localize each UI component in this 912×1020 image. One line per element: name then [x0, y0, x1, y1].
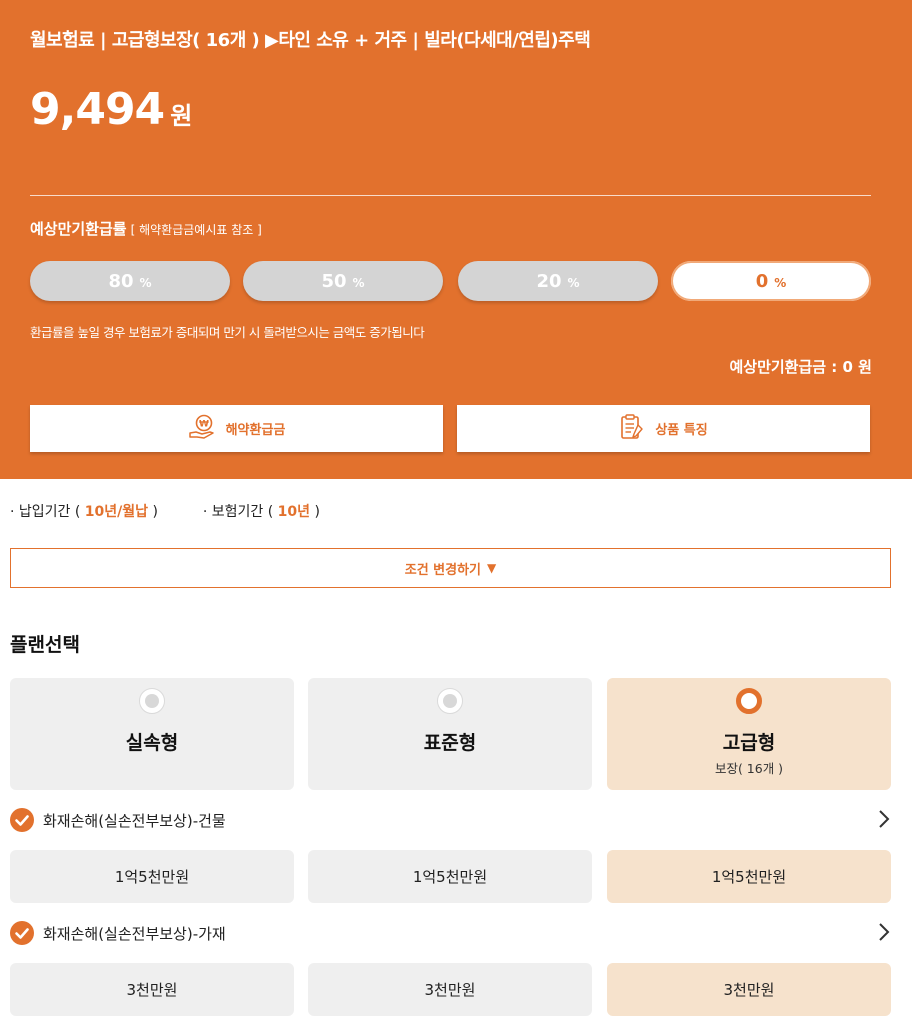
check-icon [10, 808, 34, 832]
refund-rate-note: 환급률을 높일 경우 보험료가 증대되며 만기 시 돌려받으시는 금액도 증가됩… [30, 325, 425, 340]
plan-name: 실속형 [125, 732, 179, 754]
rate-unit: % [774, 276, 787, 290]
rate-option-0[interactable]: 0% [671, 261, 871, 301]
radio-button-selected[interactable] [736, 688, 762, 714]
refund-rate-reference: [ 해약환급금예시표 참조 ] [130, 223, 262, 237]
triangle-down-icon: ▼ [487, 561, 497, 575]
rate-unit: % [567, 276, 580, 290]
surrender-refund-button[interactable]: ₩ 해약환급금 [30, 405, 443, 452]
divider [30, 195, 871, 196]
check-icon [10, 921, 34, 945]
plan-card-basic[interactable]: 실속형 [10, 678, 294, 790]
radio-button[interactable] [437, 688, 463, 714]
plan-name: 고급형 [722, 732, 776, 754]
contract-terms: · 납입기간 ( 10년/월납 ) · 보험기간 ( 10년 ) [10, 501, 320, 521]
rate-option-80[interactable]: 80% [30, 261, 230, 301]
refund-rate-title: 예상만기환급률 [30, 220, 127, 238]
clipboard-icon [619, 413, 655, 445]
refund-rate-options: 80% 50% 20% 0% [30, 261, 872, 301]
rate-value: 0 [755, 270, 769, 292]
rate-value: 20 [536, 270, 562, 292]
coin-hand-icon: ₩ [188, 414, 226, 444]
plan-section-title: 플랜선택 [10, 634, 80, 656]
payment-period-value: 10년/월납 [84, 504, 149, 520]
product-features-label: 상품 특징 [655, 423, 708, 438]
coverage-item-building[interactable]: 화재손해(실손전부보상)-건물 [10, 805, 891, 835]
coverage-value-premium: 3천만원 [607, 963, 891, 1016]
product-features-button[interactable]: 상품 특징 [457, 405, 870, 452]
rate-value: 50 [321, 270, 347, 292]
change-conditions-button[interactable]: 조건 변경하기 ▼ [10, 548, 891, 588]
svg-text:₩: ₩ [199, 419, 209, 429]
plan-coverage-count: 보장( 16개 ) [714, 761, 784, 776]
expected-refund-amount: 예상만기환급금 : 0 원 [729, 358, 872, 376]
payment-period-close: ) [152, 504, 158, 520]
premium-summary-panel: 월보험료 | 고급형보장( 16개 ) ▶타인 소유 + 거주 | 빌라(다세대… [0, 0, 912, 479]
coverage-label: 화재손해(실손전부보상)-가재 [43, 925, 226, 943]
rate-option-20[interactable]: 20% [458, 261, 658, 301]
coverage-period-label: · 보험기간 ( [202, 504, 274, 520]
coverage-value-standard: 1억5천만원 [308, 850, 592, 903]
product-title: 월보험료 | 고급형보장( 16개 ) ▶타인 소유 + 거주 | 빌라(다세대… [30, 30, 591, 51]
coverage-label: 화재손해(실손전부보상)-건물 [43, 812, 226, 830]
surrender-refund-label: 해약환급금 [225, 423, 286, 438]
coverage-value-premium: 1억5천만원 [607, 850, 891, 903]
radio-button[interactable] [139, 688, 165, 714]
coverage-period-close: ) [314, 504, 320, 520]
coverage-period-value: 10년 [277, 504, 311, 520]
monthly-premium: 9,494 원 [30, 84, 192, 135]
rate-unit: % [139, 276, 152, 290]
rate-option-50[interactable]: 50% [243, 261, 443, 301]
chevron-right-icon[interactable] [877, 807, 891, 835]
plan-name: 표준형 [423, 732, 477, 754]
rate-unit: % [352, 276, 365, 290]
chevron-right-icon[interactable] [877, 920, 891, 948]
rate-value: 80 [108, 270, 134, 292]
plan-card-premium[interactable]: 고급형 보장( 16개 ) [607, 678, 891, 790]
coverage-value-standard: 3천만원 [308, 963, 592, 1016]
payment-period-label: · 납입기간 ( [10, 504, 81, 520]
coverage-value-basic: 1억5천만원 [10, 850, 294, 903]
coverage-item-contents[interactable]: 화재손해(실손전부보상)-가재 [10, 918, 891, 948]
plan-card-standard[interactable]: 표준형 [308, 678, 592, 790]
premium-amount: 9,494 [30, 84, 165, 135]
refund-rate-label: 예상만기환급률[ 해약환급금예시표 참조 ] [30, 218, 262, 239]
premium-unit: 원 [170, 102, 193, 130]
change-conditions-label: 조건 변경하기 [404, 562, 482, 578]
coverage-value-basic: 3천만원 [10, 963, 294, 1016]
